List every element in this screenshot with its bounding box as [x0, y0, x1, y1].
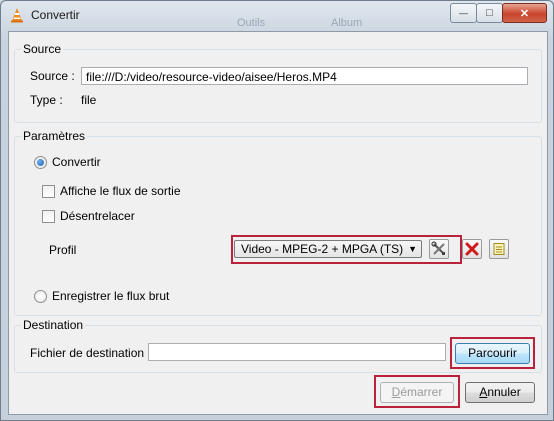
raw-dump-label[interactable]: Enregistrer le flux brut — [52, 289, 169, 303]
destination-file-label: Fichier de destination : — [30, 346, 151, 360]
raw-dump-radio[interactable] — [34, 290, 47, 303]
maximize-button[interactable]: □ — [476, 3, 503, 23]
delete-profile-button[interactable] — [462, 239, 482, 259]
title-bar[interactable]: Convertir Outils Album — □ ✕ — [1, 1, 553, 29]
edit-profile-button[interactable] — [429, 239, 449, 259]
chevron-down-icon: ▼ — [408, 244, 417, 254]
background-menu-item: Outils — [237, 17, 266, 29]
source-group: Source Source : file:///D:/video/resourc… — [14, 42, 542, 123]
close-icon: ✕ — [519, 7, 530, 20]
deinterlace-label[interactable]: Désentrelacer — [60, 209, 135, 223]
type-value: file — [81, 93, 97, 107]
destination-file-field[interactable] — [148, 343, 446, 361]
destination-group-title: Destination — [21, 318, 86, 332]
parameters-group: Paramètres Convertir Affiche le flux de … — [14, 129, 542, 316]
parameters-group-title: Paramètres — [21, 129, 88, 143]
source-label: Source : — [30, 69, 75, 83]
radio-selected-dot — [37, 159, 44, 166]
profile-dropdown[interactable]: Video - MPEG-2 + MPGA (TS) ▼ — [234, 240, 422, 258]
close-button[interactable]: ✕ — [502, 3, 547, 23]
profile-selected-value: Video - MPEG-2 + MPGA (TS) — [241, 242, 404, 256]
background-menu-item: Album — [331, 17, 363, 29]
start-label-rest: émarrer — [400, 385, 443, 399]
browse-button[interactable]: Parcourir — [455, 343, 530, 364]
convert-radio-label[interactable]: Convertir — [52, 155, 101, 169]
minimize-icon: — — [459, 8, 468, 18]
new-profile-button[interactable] — [489, 239, 509, 259]
new-profile-icon — [493, 243, 505, 255]
delete-icon — [465, 242, 479, 256]
show-output-checkbox[interactable] — [42, 185, 55, 198]
tools-icon — [431, 241, 445, 255]
cancel-label-rest: nnuler — [487, 385, 521, 399]
maximize-icon: □ — [486, 7, 493, 19]
destination-group: Destination Fichier de destination : Par… — [14, 318, 542, 373]
source-group-title: Source — [21, 42, 64, 56]
cancel-button[interactable]: Annuler — [465, 382, 535, 403]
convert-dialog: Convertir Outils Album — □ ✕ Source Sour… — [0, 0, 554, 421]
start-button[interactable]: Démarrer — [380, 382, 454, 403]
source-path-field[interactable]: file:///D:/video/resource-video/aisee/He… — [81, 67, 528, 85]
show-output-label[interactable]: Affiche le flux de sortie — [60, 184, 181, 198]
minimize-button[interactable]: — — [450, 3, 477, 23]
window-title: Convertir — [31, 8, 80, 22]
vlc-cone-icon — [11, 8, 23, 23]
convert-radio[interactable] — [34, 156, 47, 169]
type-label: Type : — [30, 93, 63, 107]
deinterlace-checkbox[interactable] — [42, 210, 55, 223]
dialog-body: Source Source : file:///D:/video/resourc… — [8, 31, 548, 415]
profile-label: Profil — [49, 243, 77, 257]
